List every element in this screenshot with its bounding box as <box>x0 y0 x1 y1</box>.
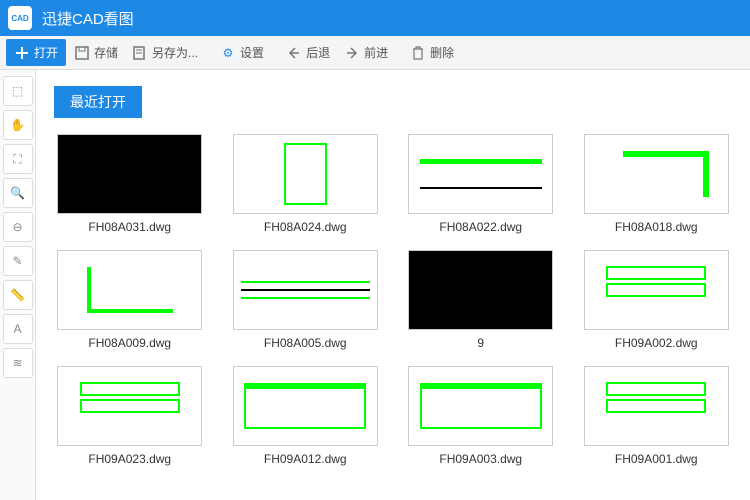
zoom-in-icon[interactable]: 🔍 <box>3 178 33 208</box>
edit-icon[interactable]: ✎ <box>3 246 33 276</box>
file-name-label: FH09A023.dwg <box>88 452 171 466</box>
file-item[interactable]: FH09A012.dwg <box>230 366 382 466</box>
file-name-label: FH09A001.dwg <box>615 452 698 466</box>
delete-button[interactable]: 删除 <box>404 40 460 65</box>
file-thumbnail <box>57 366 202 446</box>
file-name-label: FH08A009.dwg <box>88 336 171 350</box>
app-logo-icon: CAD <box>8 6 32 30</box>
recent-section-title: 最近打开 <box>54 86 142 118</box>
save-as-button[interactable]: 另存为... <box>126 40 204 65</box>
file-item[interactable]: FH09A002.dwg <box>581 250 733 350</box>
back-icon <box>286 45 302 61</box>
file-name-label: FH09A003.dwg <box>439 452 522 466</box>
file-item[interactable]: FH09A001.dwg <box>581 366 733 466</box>
file-thumbnail <box>233 134 378 214</box>
file-thumbnail <box>584 366 729 446</box>
measure-icon[interactable]: 📏 <box>3 280 33 310</box>
open-button[interactable]: 打开 <box>6 39 66 66</box>
select-icon[interactable]: ⬚ <box>3 76 33 106</box>
forward-button[interactable]: 前进 <box>338 40 394 65</box>
file-item[interactable]: FH08A031.dwg <box>54 134 206 234</box>
file-item[interactable]: FH08A018.dwg <box>581 134 733 234</box>
file-item[interactable]: FH08A005.dwg <box>230 250 382 350</box>
file-thumbnail <box>233 366 378 446</box>
content-area: 最近打开 FH08A031.dwg FH08A024.dwg FH08A022.dw… <box>36 70 750 500</box>
save-label: 存储 <box>94 44 118 61</box>
open-label: 打开 <box>34 44 58 61</box>
file-thumbnail <box>233 250 378 330</box>
save-icon <box>74 45 90 61</box>
zoom-out-icon[interactable]: ⊖ <box>3 212 33 242</box>
layers-icon[interactable]: ≋ <box>3 348 33 378</box>
text-icon[interactable]: A <box>3 314 33 344</box>
settings-button[interactable]: ⚙ 设置 <box>214 40 270 65</box>
file-item[interactable]: 9 <box>405 250 557 350</box>
file-thumbnail <box>57 250 202 330</box>
file-item[interactable]: FH08A022.dwg <box>405 134 557 234</box>
trash-icon <box>410 45 426 61</box>
file-name-label: FH08A024.dwg <box>264 220 347 234</box>
tool-sidebar: ⬚ ✋ ⛶ 🔍 ⊖ ✎ 📏 A ≋ <box>0 70 36 500</box>
titlebar: CAD 迅捷CAD看图 <box>0 0 750 36</box>
back-button[interactable]: 后退 <box>280 40 336 65</box>
file-grid: FH08A031.dwg FH08A024.dwg FH08A022.dwg FH08… <box>54 134 732 466</box>
save-button[interactable]: 存储 <box>68 40 124 65</box>
file-name-label: FH08A022.dwg <box>439 220 522 234</box>
file-name-label: FH09A002.dwg <box>615 336 698 350</box>
file-name-label: FH09A012.dwg <box>264 452 347 466</box>
file-name-label: FH08A018.dwg <box>615 220 698 234</box>
app-title: 迅捷CAD看图 <box>42 8 134 29</box>
file-thumbnail <box>408 250 553 330</box>
delete-label: 删除 <box>430 44 454 61</box>
file-item[interactable]: FH09A023.dwg <box>54 366 206 466</box>
file-item[interactable]: FH08A009.dwg <box>54 250 206 350</box>
save-as-label: 另存为... <box>152 44 198 61</box>
file-thumbnail <box>584 134 729 214</box>
back-label: 后退 <box>306 44 330 61</box>
file-name-label: 9 <box>477 336 484 350</box>
plus-icon <box>14 45 30 61</box>
toolbar: 打开 存储 另存为... ⚙ 设置 后退 前进 删除 <box>0 36 750 70</box>
save-as-icon <box>132 45 148 61</box>
file-name-label: FH08A005.dwg <box>264 336 347 350</box>
pan-icon[interactable]: ✋ <box>3 110 33 140</box>
forward-label: 前进 <box>364 44 388 61</box>
file-thumbnail <box>408 366 553 446</box>
file-thumbnail <box>584 250 729 330</box>
gear-icon: ⚙ <box>220 45 236 61</box>
file-thumbnail <box>408 134 553 214</box>
forward-icon <box>344 45 360 61</box>
file-thumbnail <box>57 134 202 214</box>
window-icon[interactable]: ⛶ <box>3 144 33 174</box>
file-item[interactable]: FH09A003.dwg <box>405 366 557 466</box>
file-item[interactable]: FH08A024.dwg <box>230 134 382 234</box>
file-name-label: FH08A031.dwg <box>88 220 171 234</box>
settings-label: 设置 <box>240 44 264 61</box>
